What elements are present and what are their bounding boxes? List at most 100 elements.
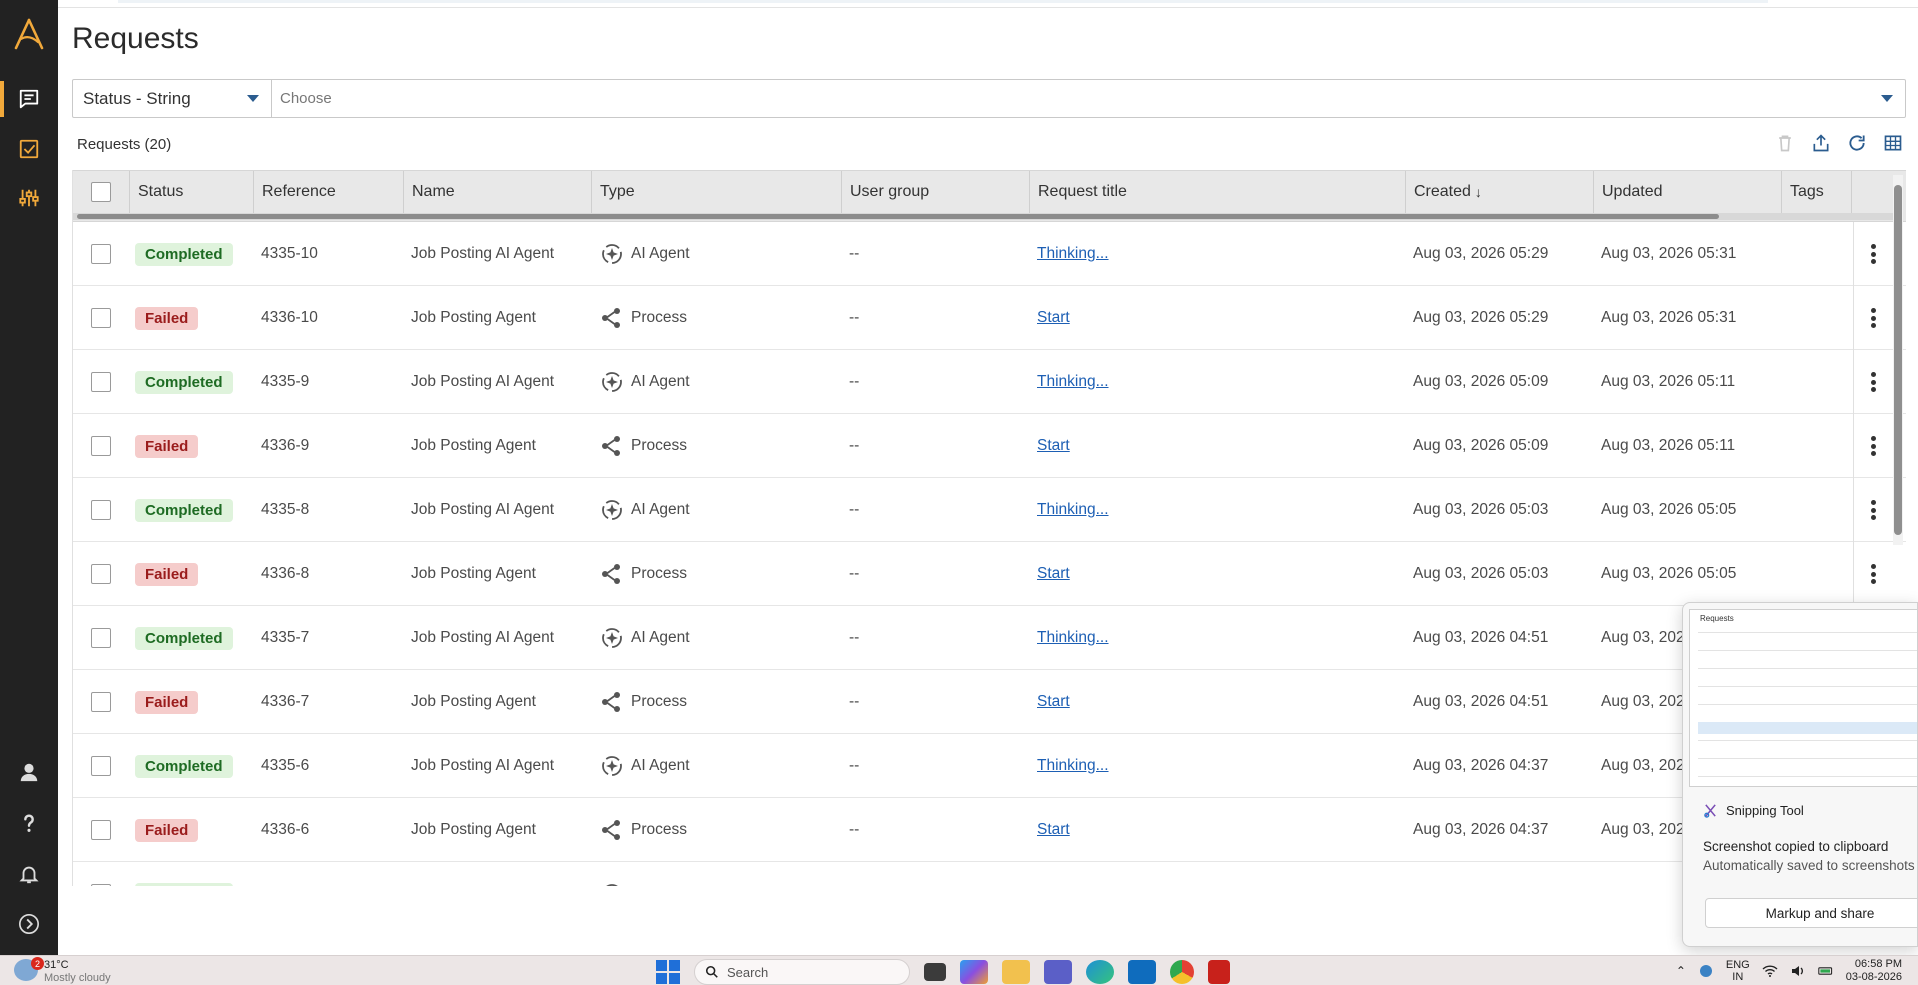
app-logo[interactable]: [13, 18, 45, 50]
screenshot-thumbnail[interactable]: Requests: [1689, 609, 1917, 787]
weather-condition: Mostly cloudy: [44, 972, 111, 984]
status-badge: Failed: [135, 562, 199, 586]
updated-cell: Aug 03, 2026 05:11: [1601, 373, 1736, 390]
nav-profile[interactable]: [0, 752, 58, 792]
task-view-icon[interactable]: [924, 963, 946, 981]
export-button[interactable]: [1810, 132, 1832, 154]
snipping-tool-notification[interactable]: Requests Snipping Tool Screenshot copied…: [1682, 602, 1918, 947]
row-checkbox[interactable]: [91, 628, 111, 648]
windows-start-icon[interactable]: [656, 960, 680, 984]
network-status-icon[interactable]: [1698, 963, 1714, 979]
columns-button[interactable]: [1882, 132, 1904, 154]
status-badge: Failed: [135, 306, 199, 330]
markup-and-share-button[interactable]: Markup and share: [1705, 898, 1917, 928]
row-checkbox[interactable]: [91, 884, 111, 886]
file-explorer-icon[interactable]: [1002, 960, 1030, 984]
reference-cell: 4335-10: [261, 245, 318, 262]
table-row[interactable]: Completed 4335-10 Job Posting AI Agent AI A…: [73, 222, 1906, 286]
table-row[interactable]: Failed 4336-9 Job Posting Agent Process -- St…: [73, 414, 1906, 478]
row-checkbox[interactable]: [91, 436, 111, 456]
column-header-user-group[interactable]: User group: [841, 171, 1029, 213]
edge-icon[interactable]: [1086, 960, 1114, 984]
filter-value-select[interactable]: Choose: [272, 80, 1905, 117]
filter-field-select[interactable]: Status - String: [73, 80, 272, 117]
user-group-cell: --: [849, 309, 860, 326]
ai-agent-icon: [599, 753, 625, 779]
weather-widget[interactable]: 2 31°C Mostly cloudy: [14, 957, 111, 985]
nav-tasks[interactable]: [0, 127, 58, 171]
taskbar-search[interactable]: Search: [694, 959, 910, 985]
created-cell: Aug 03, 2026 05:09: [1413, 437, 1549, 454]
chrome-icon[interactable]: [1170, 960, 1194, 984]
outlook-icon[interactable]: [1128, 960, 1156, 984]
more-options-icon[interactable]: [1864, 305, 1884, 331]
toast-detail: Automatically saved to screenshots: [1703, 858, 1915, 873]
request-title-link[interactable]: Thinking...: [1037, 885, 1109, 886]
request-title-link[interactable]: Thinking...: [1037, 501, 1109, 519]
more-options-icon[interactable]: [1864, 497, 1884, 523]
copilot-icon[interactable]: [960, 960, 988, 984]
request-title-link[interactable]: Thinking...: [1037, 373, 1109, 391]
table-row[interactable]: Failed 4336-7 Job Posting Agent Process -- St…: [73, 670, 1906, 734]
more-options-icon[interactable]: [1864, 241, 1884, 267]
toast-app-name: Snipping Tool: [1726, 803, 1804, 818]
table-row[interactable]: Completed 4335-8 Job Posting AI Agent AI Ag…: [73, 478, 1906, 542]
delete-button[interactable]: [1774, 132, 1796, 154]
request-title-link[interactable]: Thinking...: [1037, 245, 1109, 263]
column-header-status[interactable]: Status: [129, 171, 253, 213]
row-checkbox[interactable]: [91, 756, 111, 776]
request-title-link[interactable]: Start: [1037, 309, 1070, 327]
table-row[interactable]: Completed 4335-9 Job Posting AI Agent AI Ag…: [73, 350, 1906, 414]
wifi-icon[interactable]: [1762, 963, 1778, 979]
more-options-icon[interactable]: [1864, 369, 1884, 395]
row-checkbox[interactable]: [91, 564, 111, 584]
snipping-tool-icon: [1704, 804, 1716, 818]
table-row[interactable]: Failed 4336-10 Job Posting Agent Process -- S…: [73, 286, 1906, 350]
column-header-tags[interactable]: Tags: [1781, 171, 1851, 213]
nav-notifications[interactable]: [0, 854, 58, 894]
column-header-request-title[interactable]: Request title: [1029, 171, 1405, 213]
nav-settings[interactable]: [0, 176, 58, 220]
request-title-link[interactable]: Start: [1037, 821, 1070, 839]
system-clock[interactable]: 06:58 PM 03-08-2026: [1846, 958, 1902, 984]
chevron-up-icon[interactable]: ⌃: [1676, 964, 1686, 978]
table-row[interactable]: Completed 4335-6 Job Posting AI Agent AI Ag…: [73, 734, 1906, 798]
column-header-created[interactable]: Created ↓: [1405, 171, 1593, 213]
refresh-button[interactable]: [1846, 132, 1868, 154]
more-options-icon[interactable]: [1864, 433, 1884, 459]
clock-time: 06:58 PM: [1854, 958, 1902, 970]
horizontal-scrollbar[interactable]: [77, 214, 1719, 219]
teams-icon[interactable]: [1044, 960, 1072, 984]
battery-icon[interactable]: [1817, 963, 1834, 979]
column-header-type[interactable]: Type: [591, 171, 841, 213]
language-indicator[interactable]: ENG IN: [1726, 959, 1750, 983]
table-row[interactable]: Completed 4335-5 Job Posting AI Agent AI Ag…: [73, 862, 1906, 886]
column-header-updated[interactable]: Updated: [1593, 171, 1781, 213]
request-title-link[interactable]: Start: [1037, 565, 1070, 583]
vertical-scrollbar[interactable]: [1893, 175, 1903, 545]
row-checkbox[interactable]: [91, 372, 111, 392]
row-checkbox[interactable]: [91, 500, 111, 520]
more-options-icon[interactable]: [1864, 561, 1884, 587]
request-title-link[interactable]: Start: [1037, 437, 1070, 455]
nav-requests[interactable]: [0, 77, 58, 121]
ai-agent-icon: [599, 241, 625, 267]
table-row[interactable]: Failed 4336-8 Job Posting Agent Process -- St…: [73, 542, 1906, 606]
acrobat-icon[interactable]: [1208, 960, 1230, 984]
row-checkbox[interactable]: [91, 692, 111, 712]
nav-help[interactable]: [0, 803, 58, 843]
volume-icon[interactable]: [1790, 963, 1806, 979]
row-checkbox[interactable]: [91, 244, 111, 264]
table-row[interactable]: Failed 4336-6 Job Posting Agent Process -- St…: [73, 798, 1906, 862]
request-title-link[interactable]: Thinking...: [1037, 757, 1109, 775]
row-checkbox[interactable]: [91, 820, 111, 840]
request-title-link[interactable]: Start: [1037, 693, 1070, 711]
column-header-reference[interactable]: Reference: [253, 171, 403, 213]
select-all-checkbox[interactable]: [91, 182, 111, 202]
request-title-link[interactable]: Thinking...: [1037, 629, 1109, 647]
table-row[interactable]: Completed 4335-7 Job Posting AI Agent AI Ag…: [73, 606, 1906, 670]
scrollbar-thumb[interactable]: [1894, 185, 1902, 535]
column-header-name[interactable]: Name: [403, 171, 591, 213]
row-checkbox[interactable]: [91, 308, 111, 328]
nav-expand[interactable]: [0, 904, 58, 944]
